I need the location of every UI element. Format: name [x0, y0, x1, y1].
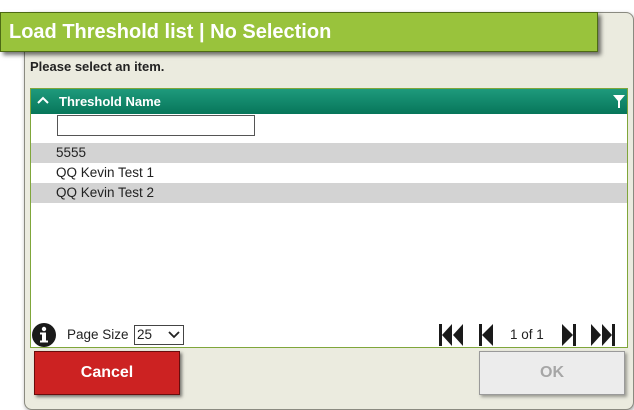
threshold-grid: Threshold Name 5555 QQ Kevin Test 1 QQ K… — [30, 88, 628, 348]
first-page-icon[interactable] — [437, 323, 465, 347]
chevron-up-icon[interactable] — [37, 96, 49, 104]
page-size-select[interactable]: 25 — [134, 325, 184, 345]
instruction-text: Please select an item. — [30, 59, 165, 74]
ok-button[interactable]: OK — [479, 351, 625, 395]
table-row[interactable]: 5555 — [31, 143, 627, 163]
filter-icon[interactable] — [613, 95, 625, 109]
next-page-icon[interactable] — [560, 323, 578, 347]
chevron-down-icon — [168, 331, 180, 339]
last-page-icon[interactable] — [589, 323, 617, 347]
info-icon[interactable] — [31, 322, 57, 348]
column-header-threshold-name[interactable]: Threshold Name — [59, 89, 161, 114]
dialog-title: Load Threshold list | No Selection — [0, 12, 598, 52]
table-row[interactable]: QQ Kevin Test 1 — [31, 163, 627, 183]
page-info: 1 of 1 — [510, 327, 544, 342]
page-size-label: Page Size — [67, 327, 129, 342]
grid-header: Threshold Name — [31, 89, 627, 114]
grid-rows: 5555 QQ Kevin Test 1 QQ Kevin Test 2 — [31, 143, 627, 203]
previous-page-icon[interactable] — [477, 323, 495, 347]
threshold-name-filter-input[interactable] — [57, 115, 255, 136]
page-size-value: 25 — [137, 327, 153, 342]
table-row[interactable]: QQ Kevin Test 2 — [31, 183, 627, 203]
cancel-button[interactable]: Cancel — [34, 351, 180, 395]
